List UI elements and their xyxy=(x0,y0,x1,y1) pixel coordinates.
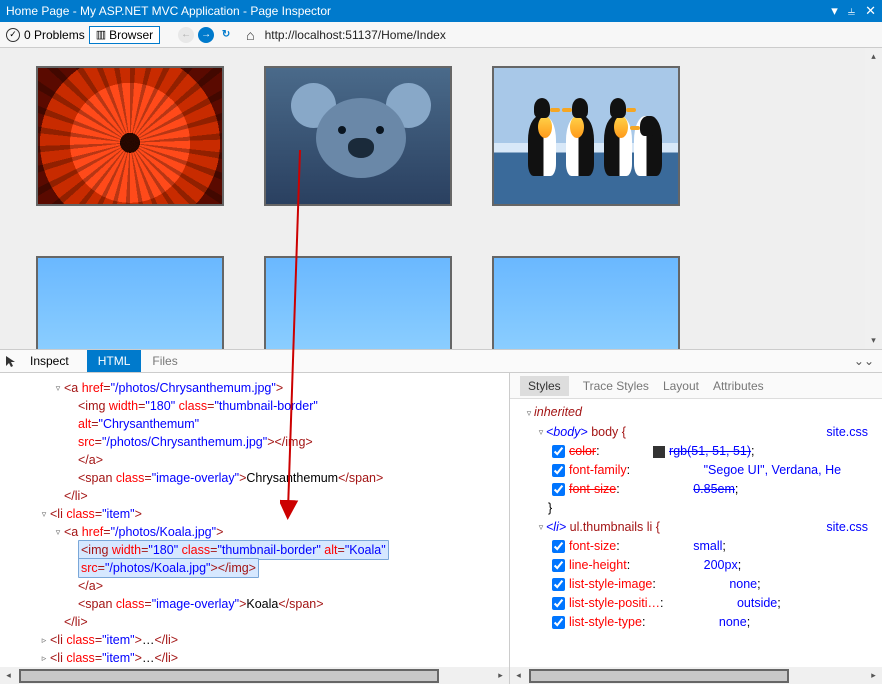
property-toggle[interactable] xyxy=(552,578,565,591)
thumbnail-row2-3[interactable] xyxy=(492,256,680,349)
window-menu-icon[interactable]: ▾ xyxy=(831,3,838,19)
css-property[interactable]: line-height: 200px; xyxy=(524,556,878,575)
inspector-bar: Inspect HTML Files ⌄⌄ xyxy=(0,349,882,373)
thumbnail-row2-1[interactable] xyxy=(36,256,224,349)
styles-body[interactable]: ▿inherited▿<body> body {site.csscolor: r… xyxy=(510,399,882,636)
scroll-left-icon[interactable]: ◂ xyxy=(0,670,17,681)
tree-row[interactable]: <span class="image-overlay">Koala</span> xyxy=(10,595,509,613)
tree-row[interactable]: </a> xyxy=(10,451,509,469)
browser-viewport xyxy=(0,48,882,349)
property-toggle[interactable] xyxy=(552,445,565,458)
styles-tabs: Styles Trace Styles Layout Attributes xyxy=(510,373,882,399)
thumbnail-chrysanthemum[interactable] xyxy=(36,66,224,206)
tree-row[interactable]: ▿<a href="/photos/Chrysanthemum.jpg"> xyxy=(10,379,509,397)
address-bar[interactable]: http://localhost:51137/Home/Index xyxy=(265,28,446,42)
styles-tab-attributes[interactable]: Attributes xyxy=(713,379,764,393)
css-property[interactable]: font-size: 0.85em; xyxy=(524,480,878,499)
problems-label: 0 Problems xyxy=(24,28,85,42)
toolbar: ✓ 0 Problems ▥ Browser ← → ↻ ⌂ http://lo… xyxy=(0,22,882,48)
css-rule-selector[interactable]: ▿<body> body {site.css xyxy=(524,423,878,442)
refresh-icon[interactable]: ↻ xyxy=(218,27,234,43)
styles-hscroll[interactable]: ◂ ▸ xyxy=(510,667,882,684)
tree-row[interactable]: <img width="180" class="thumbnail-border… xyxy=(10,541,509,559)
tree-row[interactable]: ▿<li class="item"> xyxy=(10,505,509,523)
html-tree-hscroll[interactable]: ◂ ▸ xyxy=(0,667,509,684)
scroll-left-icon[interactable]: ◂ xyxy=(510,670,527,681)
pin-icon[interactable]: ⫨ xyxy=(848,3,855,19)
tree-row[interactable]: </li> xyxy=(10,613,509,631)
viewport-scrollbar[interactable]: ▴ ▾ xyxy=(865,48,882,349)
css-property[interactable]: font-family: "Segoe UI", Verdana, He xyxy=(524,461,878,480)
styles-tab-trace[interactable]: Trace Styles xyxy=(583,379,649,393)
property-toggle[interactable] xyxy=(552,483,565,496)
property-toggle[interactable] xyxy=(552,616,565,629)
close-icon[interactable]: ✕ xyxy=(865,3,876,19)
property-toggle[interactable] xyxy=(552,597,565,610)
problems-indicator[interactable]: ✓ 0 Problems xyxy=(6,28,85,42)
css-property[interactable]: list-style-image: none; xyxy=(524,575,878,594)
expand-chevron-icon[interactable]: ⌄⌄ xyxy=(846,354,882,368)
html-tree[interactable]: ▿<a href="/photos/Chrysanthemum.jpg"><im… xyxy=(0,373,509,684)
html-tree-panel: ▿<a href="/photos/Chrysanthemum.jpg"><im… xyxy=(0,373,510,684)
scroll-right-icon[interactable]: ▸ xyxy=(492,670,509,681)
tree-row[interactable]: </a> xyxy=(10,577,509,595)
inspector-panels: ▿<a href="/photos/Chrysanthemum.jpg"><im… xyxy=(0,373,882,684)
styles-tab-styles[interactable]: Styles xyxy=(520,376,569,396)
tree-row[interactable]: <img width="180" class="thumbnail-border… xyxy=(10,397,509,415)
tree-row[interactable]: </li> xyxy=(10,487,509,505)
styles-group-heading[interactable]: ▿inherited xyxy=(524,403,878,423)
tree-row[interactable]: ▹<li class="item">…</li> xyxy=(10,631,509,649)
browser-icon: ▥ xyxy=(96,28,106,41)
tree-row[interactable]: src="/photos/Chrysanthemum.jpg"></img> xyxy=(10,433,509,451)
nav-back-icon[interactable]: ← xyxy=(178,27,194,43)
window-title: Home Page - My ASP.NET MVC Application -… xyxy=(6,4,331,18)
tree-row[interactable]: <span class="image-overlay">Chrysanthemu… xyxy=(10,469,509,487)
tree-row[interactable]: src="/photos/Koala.jpg"></img> xyxy=(10,559,509,577)
home-icon[interactable]: ⌂ xyxy=(246,27,254,43)
inspect-label[interactable]: Inspect xyxy=(22,354,77,368)
css-property[interactable]: list-style-positi…: outside; xyxy=(524,594,878,613)
css-rule-selector[interactable]: ▿<li> ul.thumbnails li {site.css xyxy=(524,518,878,537)
nav-forward-icon[interactable]: → xyxy=(198,27,214,43)
styles-tab-layout[interactable]: Layout xyxy=(663,379,699,393)
styles-panel: Styles Trace Styles Layout Attributes ▿i… xyxy=(510,373,882,684)
tab-html[interactable]: HTML xyxy=(87,350,142,372)
thumbnail-row2-2[interactable] xyxy=(264,256,452,349)
css-property[interactable]: list-style-type: none; xyxy=(524,613,878,632)
check-circle-icon: ✓ xyxy=(6,28,20,42)
tab-files[interactable]: Files xyxy=(141,350,188,372)
css-property[interactable]: font-size: small; xyxy=(524,537,878,556)
thumbnail-koala[interactable] xyxy=(264,66,452,206)
css-property[interactable]: color: rgb(51, 51, 51); xyxy=(524,442,878,461)
tree-row[interactable]: alt="Chrysanthemum" xyxy=(10,415,509,433)
scroll-right-icon[interactable]: ▸ xyxy=(865,670,882,681)
browser-label: Browser xyxy=(109,28,153,42)
scroll-down-icon[interactable]: ▾ xyxy=(865,332,882,349)
property-toggle[interactable] xyxy=(552,559,565,572)
scroll-up-icon[interactable]: ▴ xyxy=(865,48,882,65)
tree-row[interactable]: ▿<a href="/photos/Koala.jpg"> xyxy=(10,523,509,541)
tree-row[interactable]: ▹<li class="item">…</li> xyxy=(10,649,509,667)
browser-button[interactable]: ▥ Browser xyxy=(89,26,160,44)
property-toggle[interactable] xyxy=(552,464,565,477)
thumbnail-penguins[interactable] xyxy=(492,66,680,206)
inspect-cursor-icon[interactable] xyxy=(0,354,22,368)
css-rule-close: } xyxy=(524,499,878,518)
property-toggle[interactable] xyxy=(552,540,565,553)
title-bar: Home Page - My ASP.NET MVC Application -… xyxy=(0,0,882,22)
